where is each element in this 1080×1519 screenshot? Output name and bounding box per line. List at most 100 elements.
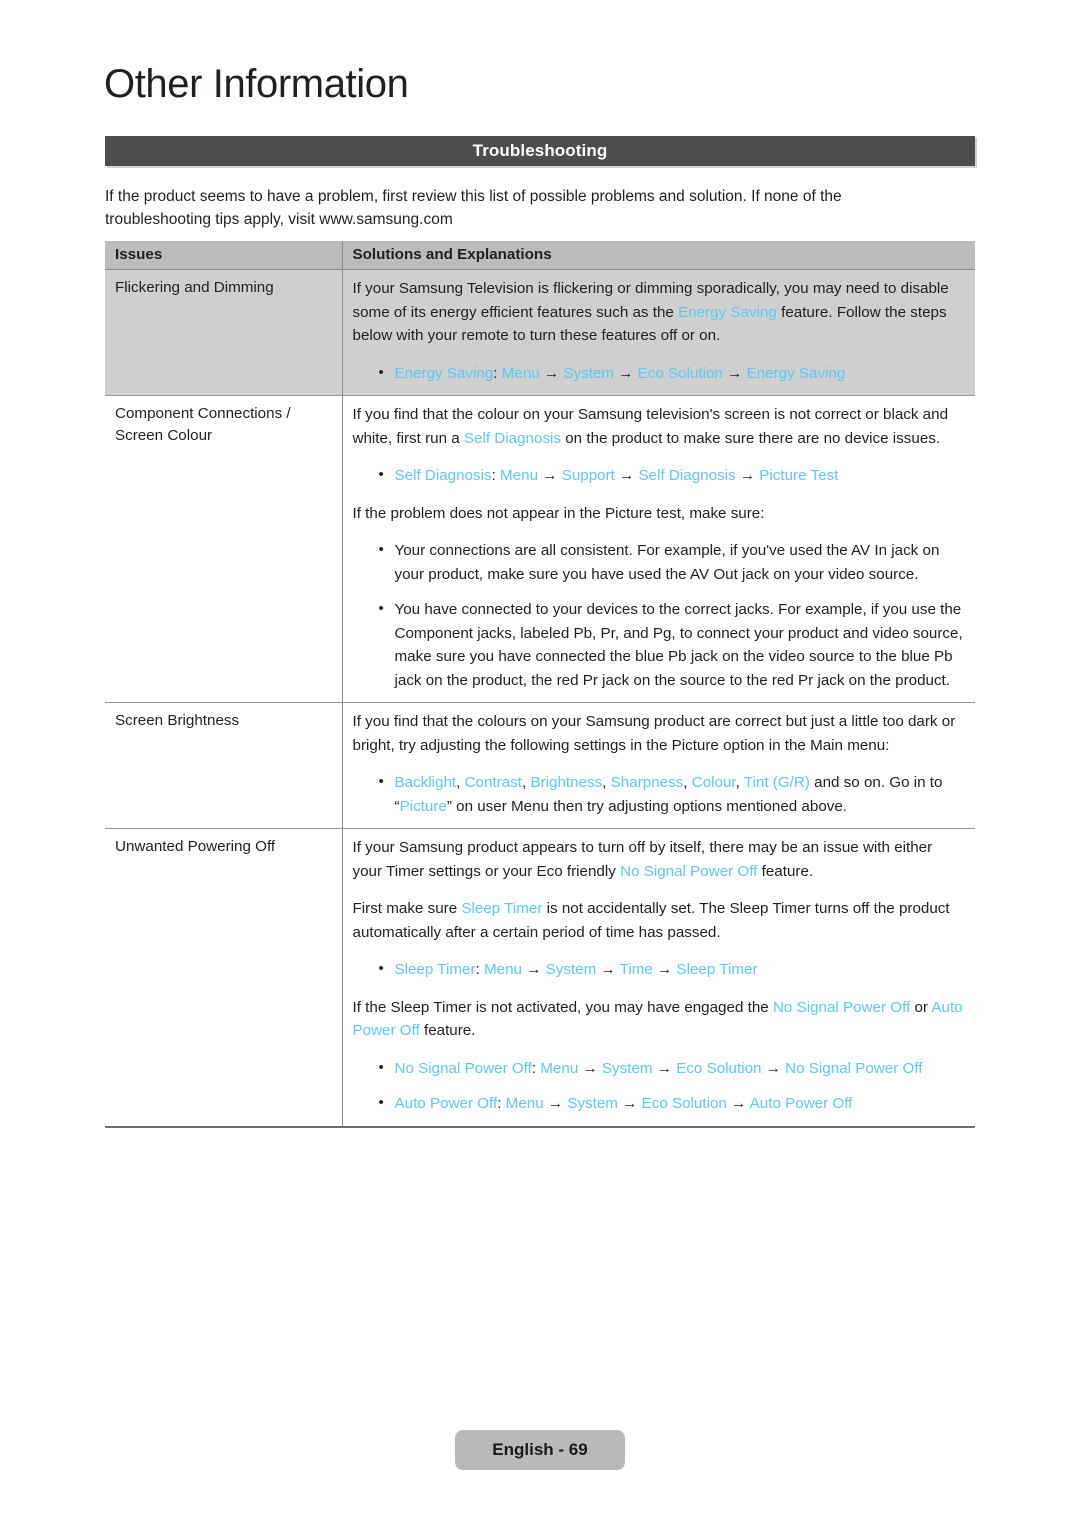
menu-term: No Signal Power Off bbox=[772, 998, 911, 1016]
menu-path-step: Support bbox=[561, 467, 615, 484]
issue-label: Screen Brightness bbox=[115, 712, 240, 729]
menu-path-item: Energy Saving: Menu → System → Eco Solut… bbox=[379, 361, 966, 386]
issue-cell: Flickering and Dimming bbox=[105, 269, 342, 396]
solution-cell: If you find that the colours on your Sam… bbox=[341, 702, 975, 829]
text-segment: First make sure bbox=[352, 900, 462, 917]
menu-path-step: Eco Solution bbox=[637, 364, 723, 382]
setting-term: Contrast bbox=[464, 774, 522, 791]
menu-path-label: Self Diagnosis bbox=[394, 467, 492, 484]
arrow-icon: → bbox=[735, 467, 760, 484]
menu-path-item: Sleep Timer: Menu → System → Time → Slee… bbox=[379, 957, 966, 982]
solution-paragraph: If the Sleep Timer is not activated, you… bbox=[353, 996, 966, 1043]
setting-term: Colour bbox=[691, 774, 736, 791]
menu-path-item: Self Diagnosis: Menu → Support → Self Di… bbox=[379, 463, 966, 488]
text-segment: If the Sleep Timer is not activated, you… bbox=[352, 998, 773, 1016]
setting-term: Tint (G/R) bbox=[743, 774, 810, 791]
setting-term: Brightness bbox=[530, 774, 603, 791]
section-banner: Troubleshooting bbox=[105, 136, 975, 166]
menu-path-step: Energy Saving bbox=[746, 364, 846, 382]
settings-bullet-list: Backlight, Contrast, Brightness, Sharpne… bbox=[353, 770, 966, 818]
section-banner-label: Troubleshooting bbox=[472, 141, 608, 160]
menu-path-step: Sleep Timer bbox=[676, 961, 758, 978]
issue-label: Screen Colour bbox=[115, 427, 213, 444]
menu-path-step: System bbox=[567, 1095, 618, 1112]
menu-path-colon: : bbox=[497, 1095, 506, 1112]
issue-label: Flickering and Dimming bbox=[115, 279, 274, 296]
separator: , bbox=[456, 774, 465, 791]
menu-path-step: System bbox=[545, 961, 597, 978]
menu-path-list: Self Diagnosis: Menu → Support → Self Di… bbox=[353, 463, 966, 488]
arrow-icon: → bbox=[538, 467, 562, 484]
menu-path-step: System bbox=[601, 1059, 653, 1077]
menu-path-step: No Signal Power Off bbox=[785, 1059, 923, 1077]
arrow-icon: → bbox=[596, 961, 620, 978]
separator: , bbox=[683, 774, 692, 791]
menu-path-list: Sleep Timer: Menu → System → Time → Slee… bbox=[353, 957, 966, 982]
troubleshooting-table: Issues Solutions and Explanations Flicke… bbox=[105, 241, 975, 1128]
text-segment: ” on user Menu then try adjusting option… bbox=[446, 797, 848, 815]
arrow-icon: → bbox=[614, 467, 639, 484]
list-item: Backlight, Contrast, Brightness, Sharpne… bbox=[379, 770, 966, 818]
column-header-issues: Issues bbox=[105, 241, 342, 270]
menu-path-colon: : bbox=[475, 961, 484, 978]
arrow-icon: → bbox=[614, 364, 638, 382]
menu-path-step: Menu bbox=[540, 1059, 579, 1077]
separator: , bbox=[735, 774, 744, 791]
list-item: You have connected to your devices to th… bbox=[379, 597, 966, 692]
menu-path-list: No Signal Power Off: Menu → System → Eco… bbox=[353, 1056, 966, 1116]
menu-path-label: Auto Power Off bbox=[394, 1095, 498, 1112]
menu-path-step: Menu bbox=[484, 961, 522, 978]
menu-path-colon: : bbox=[491, 467, 501, 484]
text-segment: or bbox=[910, 998, 932, 1016]
solution-paragraph: If your Samsung product appears to turn … bbox=[353, 836, 966, 883]
table-row: Component Connections / Screen Colour If… bbox=[105, 395, 975, 703]
page-title: Other Information bbox=[104, 62, 409, 106]
menu-path-item: Auto Power Off: Menu → System → Eco Solu… bbox=[379, 1091, 966, 1116]
intro-paragraph: If the product seems to have a problem, … bbox=[105, 188, 842, 228]
solution-paragraph: First make sure Sleep Timer is not accid… bbox=[353, 897, 966, 944]
menu-path-colon: : bbox=[493, 364, 502, 382]
setting-term: Sharpness bbox=[610, 774, 684, 791]
text-segment: on the product to make sure there are no… bbox=[561, 429, 941, 447]
menu-term: Self Diagnosis bbox=[463, 429, 562, 447]
solution-cell: If your Samsung Television is flickering… bbox=[341, 269, 975, 396]
solution-paragraph: If the problem does not appear in the Pi… bbox=[352, 504, 765, 522]
arrow-icon: → bbox=[578, 1059, 602, 1077]
issue-cell: Screen Brightness bbox=[105, 702, 342, 829]
arrow-icon: → bbox=[617, 1095, 642, 1112]
menu-path-step: Menu bbox=[505, 1095, 544, 1112]
issue-cell: Component Connections / Screen Colour bbox=[105, 395, 342, 703]
menu-path-step: Self Diagnosis bbox=[638, 467, 736, 484]
list-item: Your connections are all consistent. For… bbox=[379, 538, 966, 586]
text-segment: feature. bbox=[757, 862, 814, 880]
menu-path-label: Energy Saving bbox=[394, 364, 494, 382]
menu-path-colon: : bbox=[531, 1059, 541, 1077]
menu-term: Energy Saving bbox=[678, 303, 777, 321]
menu-path-step: Eco Solution bbox=[676, 1059, 762, 1077]
table-header-row: Issues Solutions and Explanations bbox=[105, 241, 975, 270]
arrow-icon: → bbox=[761, 1059, 786, 1077]
solution-cell: If your Samsung product appears to turn … bbox=[341, 828, 975, 1128]
arrow-icon: → bbox=[652, 961, 677, 978]
arrow-icon: → bbox=[543, 1095, 568, 1112]
separator: , bbox=[602, 774, 611, 791]
arrow-icon: → bbox=[722, 364, 747, 382]
arrow-icon: → bbox=[726, 1095, 750, 1112]
table-row: Screen Brightness If you find that the c… bbox=[105, 702, 975, 829]
menu-path-step: Menu bbox=[501, 364, 540, 382]
table-row: Unwanted Powering Off If your Samsung pr… bbox=[105, 828, 975, 1128]
arrow-icon: → bbox=[522, 961, 546, 978]
menu-term: No Signal Power Off bbox=[620, 862, 758, 880]
menu-path-step: Time bbox=[619, 961, 653, 978]
column-header-solutions: Solutions and Explanations bbox=[341, 241, 975, 270]
solution-paragraph: If you find that the colour on your Sams… bbox=[353, 403, 966, 450]
menu-term: Sleep Timer bbox=[461, 900, 543, 917]
arrow-icon: → bbox=[539, 364, 564, 382]
issue-cell: Unwanted Powering Off bbox=[105, 828, 342, 1128]
menu-path-label: No Signal Power Off bbox=[394, 1059, 532, 1077]
issue-label: Unwanted Powering Off bbox=[115, 838, 276, 855]
setting-term: Backlight bbox=[394, 774, 457, 791]
table-row: Flickering and Dimming If your Samsung T… bbox=[105, 269, 975, 396]
issue-label: Component Connections / bbox=[115, 405, 291, 422]
solution-paragraph: If you find that the colours on your Sam… bbox=[352, 713, 956, 754]
